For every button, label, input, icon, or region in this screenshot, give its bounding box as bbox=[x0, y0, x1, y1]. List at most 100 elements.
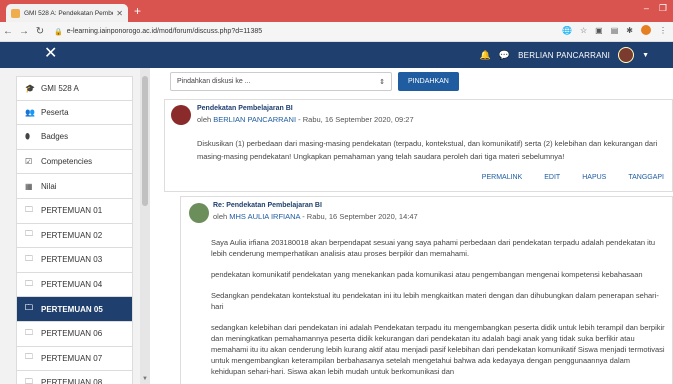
sidebar-item-label: PERTEMUAN 06 bbox=[41, 329, 103, 339]
sidebar-item-nilai[interactable]: ▦ Nilai bbox=[16, 174, 133, 199]
move-discussion-row: Pindahkan diskusi ke ... ⇕ PINDAHKAN bbox=[170, 72, 459, 91]
post-date: - Rabu, 16 September 2020, 14:47 bbox=[300, 212, 418, 221]
minimize-icon[interactable]: – bbox=[644, 3, 649, 14]
user-menu: 🔔 💬 BERLIAN PANCARRANI ▼ bbox=[480, 47, 649, 63]
author-avatar[interactable] bbox=[189, 203, 209, 223]
sidebar-item-gmi-528-a[interactable]: 🎓 GMI 528 A bbox=[16, 76, 133, 101]
sidebar-scrollbar[interactable]: ▼ bbox=[140, 68, 150, 384]
extensions-area: 🌐 ☆ ▣ ▤ ✱ ⋮ bbox=[562, 25, 667, 35]
url-text: e-learning.iainponorogo.ac.id/mod/forum/… bbox=[66, 28, 263, 35]
folder-icon: 🗀 bbox=[25, 204, 33, 214]
sidebar-item-badges[interactable]: ⬮ Badges bbox=[16, 125, 133, 150]
sidebar-nav: 🎓 GMI 528 A 👥 Peserta ⬮ Badges ☑ Competencies ▦ N… bbox=[16, 76, 133, 384]
extension2-icon[interactable]: ▤ bbox=[611, 26, 619, 35]
profile-avatar-icon[interactable] bbox=[641, 25, 651, 35]
sidebar-item-competencies[interactable]: ☑ Competencies bbox=[16, 149, 133, 175]
course-sidebar: 🎓 GMI 528 A 👥 Peserta ⬮ Badges ☑ Competencies ▦ N… bbox=[0, 68, 150, 384]
window-controls: – ❐ bbox=[644, 3, 667, 14]
new-tab-button[interactable]: + bbox=[134, 4, 141, 18]
users-icon: 👥 bbox=[25, 107, 35, 117]
sidebar-item-pertemuan-01[interactable]: 🗀 PERTEMUAN 01 bbox=[16, 198, 133, 224]
folder-icon: 🗀 bbox=[25, 376, 33, 384]
folder-icon: 🗀 bbox=[25, 327, 33, 337]
bell-icon[interactable]: 🔔 bbox=[480, 50, 491, 61]
tab-title: GMI 528 A: Pendekatan Pembel... bbox=[24, 9, 114, 17]
scroll-down-icon[interactable]: ▼ bbox=[142, 376, 148, 382]
post-author-link[interactable]: BERLIAN PANCARRANI bbox=[213, 115, 296, 124]
folder-icon: 🗀 bbox=[25, 352, 33, 362]
sidebar-item-pertemuan-08[interactable]: 🗀 PERTEMUAN 08 bbox=[16, 371, 133, 384]
puzzle-icon[interactable]: ✱ bbox=[626, 26, 633, 35]
browser-tab-strip: GMI 528 A: Pendekatan Pembel... ✕ + – ❐ bbox=[0, 0, 673, 22]
sidebar-item-peserta[interactable]: 👥 Peserta bbox=[16, 100, 133, 126]
menu-dots-icon[interactable]: ⋮ bbox=[659, 26, 667, 35]
extension-icon[interactable]: ▣ bbox=[595, 26, 603, 35]
forum-reply: Re: Pendekatan Pembelajaran BI oleh MHS … bbox=[180, 196, 673, 384]
post-subject: Pendekatan Pembelajaran BI bbox=[197, 105, 293, 112]
delete-link[interactable]: HAPUS bbox=[582, 174, 606, 181]
folder-icon: 🗀 bbox=[25, 278, 33, 288]
sidebar-item-pertemuan-07[interactable]: 🗀 PERTEMUAN 07 bbox=[16, 346, 133, 372]
sidebar-item-pertemuan-04[interactable]: 🗀 PERTEMUAN 04 bbox=[16, 272, 133, 298]
reload-icon[interactable]: ↻ bbox=[32, 26, 48, 37]
post-author-link[interactable]: MHS AULIA IRFIANA bbox=[229, 212, 300, 221]
sidebar-item-label: PERTEMUAN 07 bbox=[41, 353, 103, 363]
reply-link[interactable]: TANGGAPI bbox=[628, 174, 664, 181]
forward-icon[interactable]: → bbox=[16, 26, 32, 37]
star-icon[interactable]: ☆ bbox=[580, 26, 587, 35]
folder-icon: 🗀 bbox=[25, 229, 33, 239]
sidebar-item-pertemuan-03[interactable]: 🗀 PERTEMUAN 03 bbox=[16, 248, 133, 273]
lock-icon: 🔒 bbox=[54, 28, 63, 36]
byline-prefix: oleh bbox=[197, 115, 214, 124]
post-byline: oleh BERLIAN PANCARRANI - Rabu, 16 Septe… bbox=[197, 115, 414, 124]
graduation-cap-icon: 🎓 bbox=[25, 83, 35, 93]
sidebar-item-pertemuan-06[interactable]: 🗀 PERTEMUAN 06 bbox=[16, 321, 133, 347]
select-arrows-icon: ⇕ bbox=[379, 78, 385, 86]
sidebar-item-label: GMI 528 A bbox=[41, 83, 79, 93]
move-discussion-select[interactable]: Pindahkan diskusi ke ... ⇕ bbox=[170, 72, 392, 91]
sidebar-item-label: PERTEMUAN 05 bbox=[41, 304, 103, 314]
sidebar-item-label: Badges bbox=[41, 132, 69, 142]
sidebar-item-label: PERTEMUAN 04 bbox=[41, 280, 103, 290]
post-date: - Rabu, 16 September 2020, 09:27 bbox=[296, 115, 414, 124]
browser-tab[interactable]: GMI 528 A: Pendekatan Pembel... ✕ bbox=[6, 4, 128, 22]
byline-prefix: oleh bbox=[213, 212, 230, 221]
edit-link[interactable]: EDIT bbox=[544, 174, 560, 181]
post-actions: PERMALINK EDIT HAPUS TANGGAPI bbox=[482, 174, 664, 181]
scrollbar-thumb[interactable] bbox=[142, 76, 148, 206]
sidebar-item-pertemuan-05[interactable]: 🗀 PERTEMUAN 05 bbox=[16, 297, 133, 322]
move-select-value: Pindahkan diskusi ke ... bbox=[177, 78, 251, 85]
sidebar-item-label: Nilai bbox=[41, 181, 57, 191]
sidebar-item-label: PERTEMUAN 01 bbox=[41, 206, 103, 216]
reply-paragraph: pendekatan komunikatif pendekatan yang m… bbox=[211, 270, 643, 279]
sidebar-item-pertemuan-02[interactable]: 🗀 PERTEMUAN 02 bbox=[16, 223, 133, 249]
folder-icon: 🗀 bbox=[25, 253, 33, 263]
reply-paragraph: Saya Aulia irfiana 203180018 akan berpen… bbox=[211, 238, 656, 258]
post-subject: Re: Pendekatan Pembelajaran BI bbox=[213, 202, 322, 209]
folder-icon: 🗀 bbox=[25, 303, 33, 313]
user-avatar[interactable] bbox=[618, 47, 635, 63]
sidebar-item-label: Competencies bbox=[41, 157, 93, 167]
close-drawer-button[interactable]: ✕ bbox=[44, 45, 57, 63]
site-favicon-icon bbox=[11, 8, 20, 18]
post-body: Diskusikan (1) perbedaan dari masing-mas… bbox=[197, 139, 658, 161]
user-name[interactable]: BERLIAN PANCARRANI bbox=[518, 51, 610, 60]
close-tab-icon[interactable]: ✕ bbox=[116, 9, 123, 18]
checkbox-icon: ☑ bbox=[25, 157, 33, 167]
sidebar-item-label: PERTEMUAN 08 bbox=[41, 378, 103, 384]
post-byline: oleh MHS AULIA IRFIANA - Rabu, 16 Septem… bbox=[213, 212, 418, 221]
url-field[interactable]: 🔒 e-learning.iainponorogo.ac.id/mod/foru… bbox=[54, 25, 262, 39]
maximize-icon[interactable]: ❐ bbox=[659, 3, 667, 14]
reply-body: Saya Aulia irfiana 203180018 akan berpen… bbox=[211, 237, 666, 384]
author-avatar[interactable] bbox=[171, 105, 191, 125]
reply-paragraph: sedangkan kelebihan dari pendekatan ini … bbox=[211, 323, 665, 376]
sidebar-item-label: PERTEMUAN 02 bbox=[41, 230, 103, 240]
translate-icon[interactable]: 🌐 bbox=[562, 26, 572, 35]
move-button[interactable]: PINDAHKAN bbox=[398, 72, 459, 91]
back-icon[interactable]: ← bbox=[0, 26, 16, 37]
grid-icon: ▦ bbox=[25, 181, 33, 191]
chevron-down-icon[interactable]: ▼ bbox=[642, 52, 649, 59]
permalink-link[interactable]: PERMALINK bbox=[482, 174, 522, 181]
chat-icon[interactable]: 💬 bbox=[499, 50, 510, 61]
reply-paragraph: Sedangkan pendekatan kontekstual itu pen… bbox=[211, 291, 659, 311]
